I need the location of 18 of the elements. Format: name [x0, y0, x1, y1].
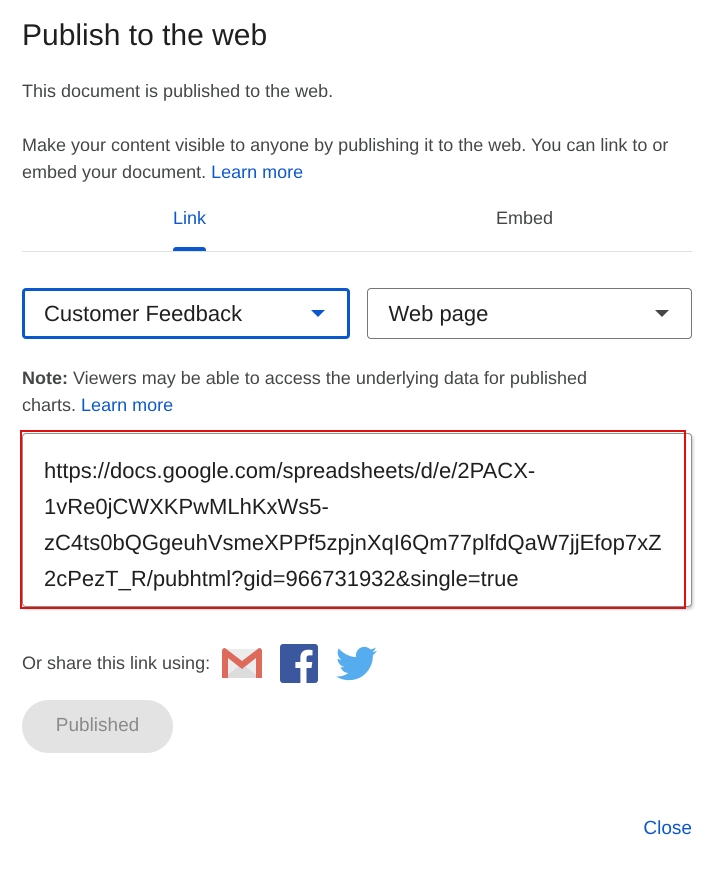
tab[interactable]: Embed — [357, 186, 692, 251]
learn-more-link[interactable]: Learn more — [211, 162, 304, 182]
sheet-dropdown[interactable]: Customer Feedback — [22, 288, 350, 339]
close-button[interactable]: Close — [643, 817, 692, 841]
bird-icon[interactable] — [336, 646, 378, 680]
link-url-field[interactable]: https://docs.google.com/spreadsheets/d/e/2PACX-1vRe0jCWXKPwMLhKxWs5-zC4ts0bQGgeuhVsmeXPPf5zpjnXqI6Qm77plfdQaW7jjEfop7xZ2cPezT_R/pubhtml?gid=966731932&single=true — [22, 433, 692, 607]
format-dropdown[interactable]: Web page — [366, 288, 692, 339]
caret-icon — [310, 310, 324, 317]
share-label: Or share this link using: — [22, 652, 210, 675]
mail-icon[interactable] — [222, 648, 262, 678]
tab[interactable]: Link — [22, 186, 357, 251]
dialog-title: Publish to the web — [22, 18, 268, 54]
facebook-icon[interactable] — [280, 644, 318, 682]
caret-icon — [655, 310, 669, 317]
status-text: This document is published to the web. — [22, 80, 334, 103]
learn-more-link[interactable]: Learn more — [81, 395, 174, 415]
note-text: Note: Viewers may be able to access the underlying data for published charts. Learn more — [22, 367, 588, 417]
intro-text: Make your content visible to anyone by publishing it to the web. You can link to or embed your document. Learn more — [22, 134, 670, 184]
